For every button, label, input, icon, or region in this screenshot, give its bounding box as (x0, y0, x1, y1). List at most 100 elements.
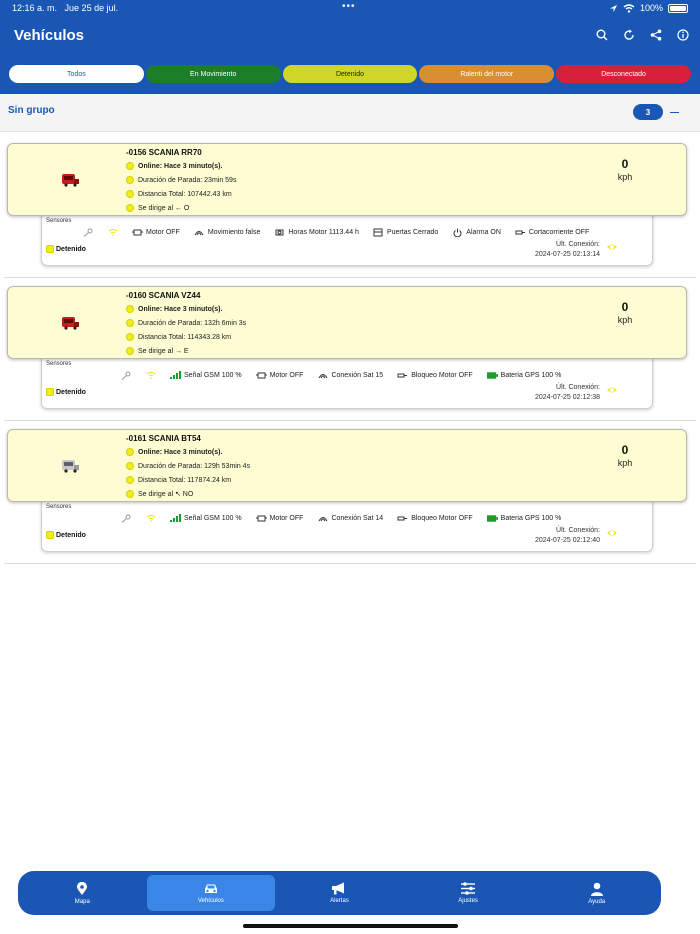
heading: Se dirige al ← O (126, 204, 189, 212)
share-icon[interactable] (649, 28, 663, 42)
heading: Se dirige al ↖ NO (126, 490, 193, 498)
sensor-gsm: Señal GSM 100 % (170, 371, 242, 380)
sensor-sat: Conexión Sat 15 (317, 371, 383, 380)
nav-label: Mapa (74, 898, 90, 905)
sensor-motor: Motor OFF (132, 228, 180, 237)
sensor-horas: Horas Motor 1113.44 h (274, 228, 359, 237)
status-filter-bar: Todos En Movimiento Detenido Ralenti del… (9, 65, 691, 83)
timer-icon (126, 462, 134, 470)
group-header[interactable]: Sin grupo (0, 94, 700, 132)
sensor-panel: Sensores Motor OFF Movimiento false Hora… (41, 211, 653, 266)
info-icon[interactable] (676, 28, 690, 42)
nav-label: Vehículos (197, 897, 224, 904)
sensor-wifi (145, 514, 156, 523)
sensor-wifi (145, 371, 156, 380)
online-status: Online: Hace 3 minuto(s). (126, 162, 222, 170)
odometer-icon (126, 333, 134, 341)
vehicle-card[interactable]: -0160 SCANIA VZ44 Online: Hace 3 minuto(… (7, 286, 687, 359)
engine-icon (255, 371, 267, 380)
red-truck-icon (62, 317, 79, 330)
sensor-wifi (107, 228, 118, 237)
sensor-movimiento: Movimiento false (194, 228, 260, 237)
vehicle-card[interactable]: -0161 SCANIA BT54 Online: Hace 3 minuto(… (7, 429, 687, 502)
sensor-list: Motor OFF Movimiento false Horas Motor 1… (82, 226, 603, 238)
sensor-list: Señal GSM 100 % Motor OFF Conexión Sat 1… (120, 512, 575, 524)
vehicle-row: -0160 SCANIA VZ44 Online: Hace 3 minuto(… (4, 278, 696, 421)
nav-mapa[interactable]: Mapa (18, 875, 147, 911)
sensor-cortacorriente: Cortacorriente OFF (515, 228, 589, 237)
vehicle-card[interactable]: -0156 SCANIA RR70 Online: Hace 3 minuto(… (7, 143, 687, 216)
sensor-bateria: Bateria GPS 100 % (486, 514, 561, 523)
sensor-bloqueo: Bloqueo Motor OFF (397, 371, 473, 380)
sensor-key (120, 371, 131, 380)
home-indicator[interactable] (243, 924, 458, 928)
speed-value: 0 (621, 157, 629, 171)
refresh-icon[interactable] (622, 28, 636, 42)
signal-icon (107, 228, 118, 237)
key-icon (120, 371, 131, 380)
odometer-icon (126, 476, 134, 484)
status-square-icon (46, 388, 54, 396)
eye-icon[interactable] (606, 527, 618, 539)
door-icon (373, 228, 384, 237)
speed-unit: kph (617, 315, 633, 325)
page-title: Vehículos (14, 27, 85, 44)
status-square-icon (46, 245, 54, 253)
red-truck-icon (62, 174, 79, 187)
vehicle-row: -0161 SCANIA BT54 Online: Hace 3 minuto(… (4, 421, 696, 564)
gsm-bars-icon (170, 514, 181, 523)
collapse-icon[interactable] (670, 112, 679, 113)
satellite-icon (317, 514, 328, 523)
vehicle-state: Detenido (46, 531, 86, 539)
filter-ralenti[interactable]: Ralenti del motor (419, 65, 555, 83)
vehicle-row: -0156 SCANIA RR70 Online: Hace 3 minuto(… (4, 135, 696, 278)
status-square-icon (46, 531, 54, 539)
battery-icon (668, 3, 688, 13)
key-icon (120, 514, 131, 523)
nav-label: Alertas (330, 898, 349, 904)
heading: Se dirige al → E (126, 347, 189, 355)
vehicle-state: Detenido (46, 388, 86, 396)
nav-ajustes[interactable]: Ajustes (404, 875, 533, 911)
satellite-icon (194, 228, 205, 237)
status-right: 100% (609, 3, 688, 13)
speed-display: 0 kph (608, 443, 642, 468)
filter-detenido[interactable]: Detenido (282, 65, 418, 83)
sensor-gsm: Señal GSM 100 % (170, 514, 242, 523)
vehicle-name: -0161 SCANIA BT54 (126, 434, 201, 443)
total-distance: Distancia Total: 117874.24 km (126, 476, 231, 484)
eye-icon[interactable] (606, 384, 618, 396)
sensor-motor: Motor OFF (255, 514, 303, 523)
nav-vehiculos[interactable]: Vehículos (146, 875, 276, 911)
multitask-dots[interactable]: ••• (342, 1, 356, 12)
eye-icon[interactable] (606, 241, 618, 253)
stop-duration: Duración de Parada: 129h 53min 4s (126, 462, 250, 470)
sensor-panel: Sensores Señal GSM 100 % Motor OFF Conex… (41, 354, 653, 409)
sensors-label: Sensores (46, 504, 72, 510)
filter-todos[interactable]: Todos (9, 65, 144, 83)
online-status: Online: Hace 3 minuto(s). (126, 448, 222, 456)
battery-icon (486, 514, 498, 523)
lock-engine-icon (397, 514, 408, 523)
user-icon (590, 882, 603, 896)
vehicle-name: -0160 SCANIA VZ44 (126, 291, 201, 300)
online-status: Online: Hace 3 minuto(s). (126, 305, 222, 313)
sensor-puertas: Puertas Cerrado (373, 228, 438, 237)
engine-hours-icon (274, 228, 285, 237)
total-distance: Distancia Total: 107442.43 km (126, 190, 232, 198)
speed-display: 0 kph (608, 157, 642, 182)
key-icon (82, 228, 93, 237)
last-connection: Últ. Conexión: 2024-07-25 02:12:38 (535, 384, 600, 401)
gsm-bars-icon (170, 371, 181, 380)
signal-icon (145, 371, 156, 380)
speed-value: 0 (621, 443, 629, 457)
sensor-sat: Conexión Sat 14 (317, 514, 383, 523)
nav-ayuda[interactable]: Ayuda (532, 875, 661, 911)
filter-desconectado[interactable]: Desconectado (556, 65, 691, 83)
filter-en-movimiento[interactable]: En Movimiento (145, 65, 281, 83)
nav-alertas[interactable]: Alertas (275, 875, 404, 911)
group-name: Sin grupo (8, 105, 55, 116)
group-count-badge: 3 (633, 104, 663, 120)
map-pin-icon (77, 881, 88, 895)
search-icon[interactable] (595, 28, 609, 42)
